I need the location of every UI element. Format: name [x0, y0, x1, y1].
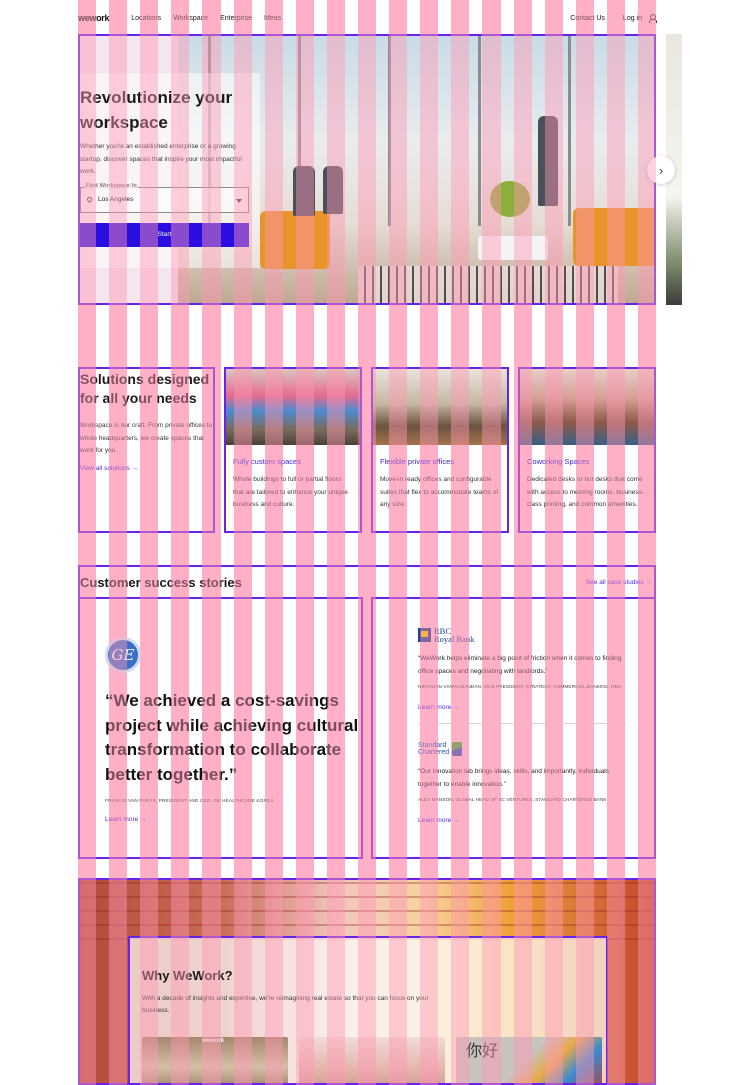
- solutions-intro: Solutions designed for all your needs Wo…: [78, 367, 215, 533]
- location-value: Los Angeles: [98, 195, 134, 203]
- window-frame: [478, 36, 481, 226]
- plant: [490, 181, 530, 217]
- why-thumbnail[interactable]: [299, 1037, 445, 1083]
- why-thumbnail[interactable]: wework: [142, 1037, 288, 1083]
- hero-section: Revolutionize your workspace Whether you…: [78, 34, 656, 305]
- standard-chartered-logo: Standard Chartered: [418, 742, 654, 756]
- sc-quote: “Our innovation lab brings ideas, skills…: [418, 768, 610, 788]
- nav-enterprise[interactable]: Enterprise: [220, 15, 252, 22]
- map-pin-icon: [85, 195, 94, 203]
- login-link[interactable]: Log in: [623, 15, 642, 22]
- sc-attribution: ALEX MANSON, GLOBAL HEAD OF SC VENTURES,…: [418, 798, 607, 803]
- sc-mark-icon: [452, 742, 463, 756]
- solution-card-text: Whole buildings to full or partial floor…: [233, 476, 348, 508]
- login-group[interactable]: Log in: [623, 14, 657, 23]
- solution-card-custom[interactable]: Fully custom spaces Whole buildings to f…: [224, 367, 362, 533]
- solutions-title: Solutions designed for all your needs: [80, 371, 210, 406]
- person-seated: [293, 166, 315, 216]
- chevron-right-icon[interactable]: ›: [647, 156, 675, 184]
- solution-card-coworking[interactable]: Coworking Spaces Dedicated desks or hot …: [518, 367, 656, 533]
- thumbnail-chars: 你好: [466, 1041, 499, 1060]
- featured-attribution: FRANCIS VAN PARYS, PRESIDENT AND CEO, GE…: [105, 799, 274, 804]
- solution-card-text: Move-in ready offices and configurable s…: [380, 476, 499, 508]
- solution-image: [373, 369, 507, 445]
- rbc-attribution: NIRANJAN VIVEKANANDAN, VICE PRESIDENT, S…: [418, 685, 622, 690]
- solution-image: [520, 369, 654, 445]
- stories-header: Customer success stories See all case st…: [78, 565, 656, 598]
- rbc-logo: RBC Royal Bank: [418, 627, 654, 643]
- chevron-down-icon[interactable]: [236, 198, 242, 203]
- solution-card-title: Flexible private offices: [380, 457, 455, 466]
- why-wework-section: Why WeWork? With a decade of insights an…: [78, 878, 656, 1085]
- featured-story: GE “We achieved a cost-savings project w…: [78, 597, 363, 859]
- hero-subtitle: Whether you're an established enterprise…: [80, 143, 242, 175]
- solution-card-title: Coworking Spaces: [527, 457, 590, 466]
- sc-name: Standard Chartered: [418, 742, 450, 756]
- nav-right: Contact Us Log in: [570, 14, 657, 23]
- window-frame: [568, 36, 571, 226]
- nav-locations[interactable]: Locations: [131, 15, 161, 22]
- hero-panel: Revolutionize your workspace Whether you…: [80, 73, 260, 268]
- why-panel: Why WeWork? With a decade of insights an…: [128, 936, 608, 1083]
- divider: [418, 723, 626, 724]
- view-all-solutions-link[interactable]: View all solutions →: [80, 465, 213, 472]
- user-icon[interactable]: [648, 14, 657, 23]
- side-stories: RBC Royal Bank “WeWork helps eliminate a…: [371, 597, 656, 859]
- solution-card-private[interactable]: Flexible private offices Move-in ready o…: [371, 367, 509, 533]
- learn-more-link[interactable]: Learn more →: [105, 816, 361, 823]
- coffee-table: [478, 236, 548, 260]
- stories-title: Customer success stories: [80, 575, 242, 590]
- why-thumbnail[interactable]: 你好: [456, 1037, 602, 1083]
- hero-title: Revolutionize your workspace: [80, 88, 233, 132]
- learn-more-link[interactable]: Learn more →: [418, 817, 654, 824]
- orange-chair: [260, 211, 330, 269]
- why-text: With a decade of insights and expertise,…: [142, 995, 429, 1014]
- rbc-shield-icon: [418, 628, 431, 642]
- solution-card-text: Dedicated desks or hot desks that come w…: [527, 476, 645, 508]
- location-select[interactable]: Find Workspace In Los Angeles: [80, 182, 249, 213]
- nav-workspace[interactable]: Workspace: [173, 15, 208, 22]
- rug: [358, 266, 618, 303]
- start-button[interactable]: Start: [80, 222, 249, 247]
- why-thumbnails: wework 你好: [142, 1037, 606, 1083]
- person-seated: [323, 166, 343, 214]
- location-field-label: Find Workspace In: [85, 182, 138, 189]
- rbc-name: RBC Royal Bank: [434, 626, 475, 644]
- orange-sofa: [573, 208, 654, 266]
- person-standing: [538, 116, 558, 206]
- ge-logo: GE: [105, 637, 141, 673]
- wework-logo[interactable]: wework: [78, 13, 110, 23]
- learn-more-link[interactable]: Learn more →: [418, 704, 654, 711]
- contact-us-link[interactable]: Contact Us: [570, 15, 605, 22]
- solution-image: [226, 369, 360, 445]
- nav-ideas[interactable]: Ideas: [264, 15, 281, 22]
- window-frame: [388, 36, 391, 226]
- top-nav: wework Locations Workspace Enterprise Id…: [78, 6, 657, 30]
- thumbnail-sign: wework: [202, 1038, 225, 1044]
- why-title: Why WeWork?: [142, 968, 233, 983]
- ceiling-beams: [80, 880, 654, 940]
- rbc-quote: “WeWork helps eliminate a big point of f…: [418, 655, 622, 675]
- solution-card-title: Fully custom spaces: [233, 457, 301, 466]
- see-all-case-studies-link[interactable]: See all case studies →: [586, 579, 652, 586]
- solutions-text: Workspace is our craft. From private off…: [80, 422, 213, 454]
- featured-quote: “We achieved a cost-savings project whil…: [105, 691, 359, 784]
